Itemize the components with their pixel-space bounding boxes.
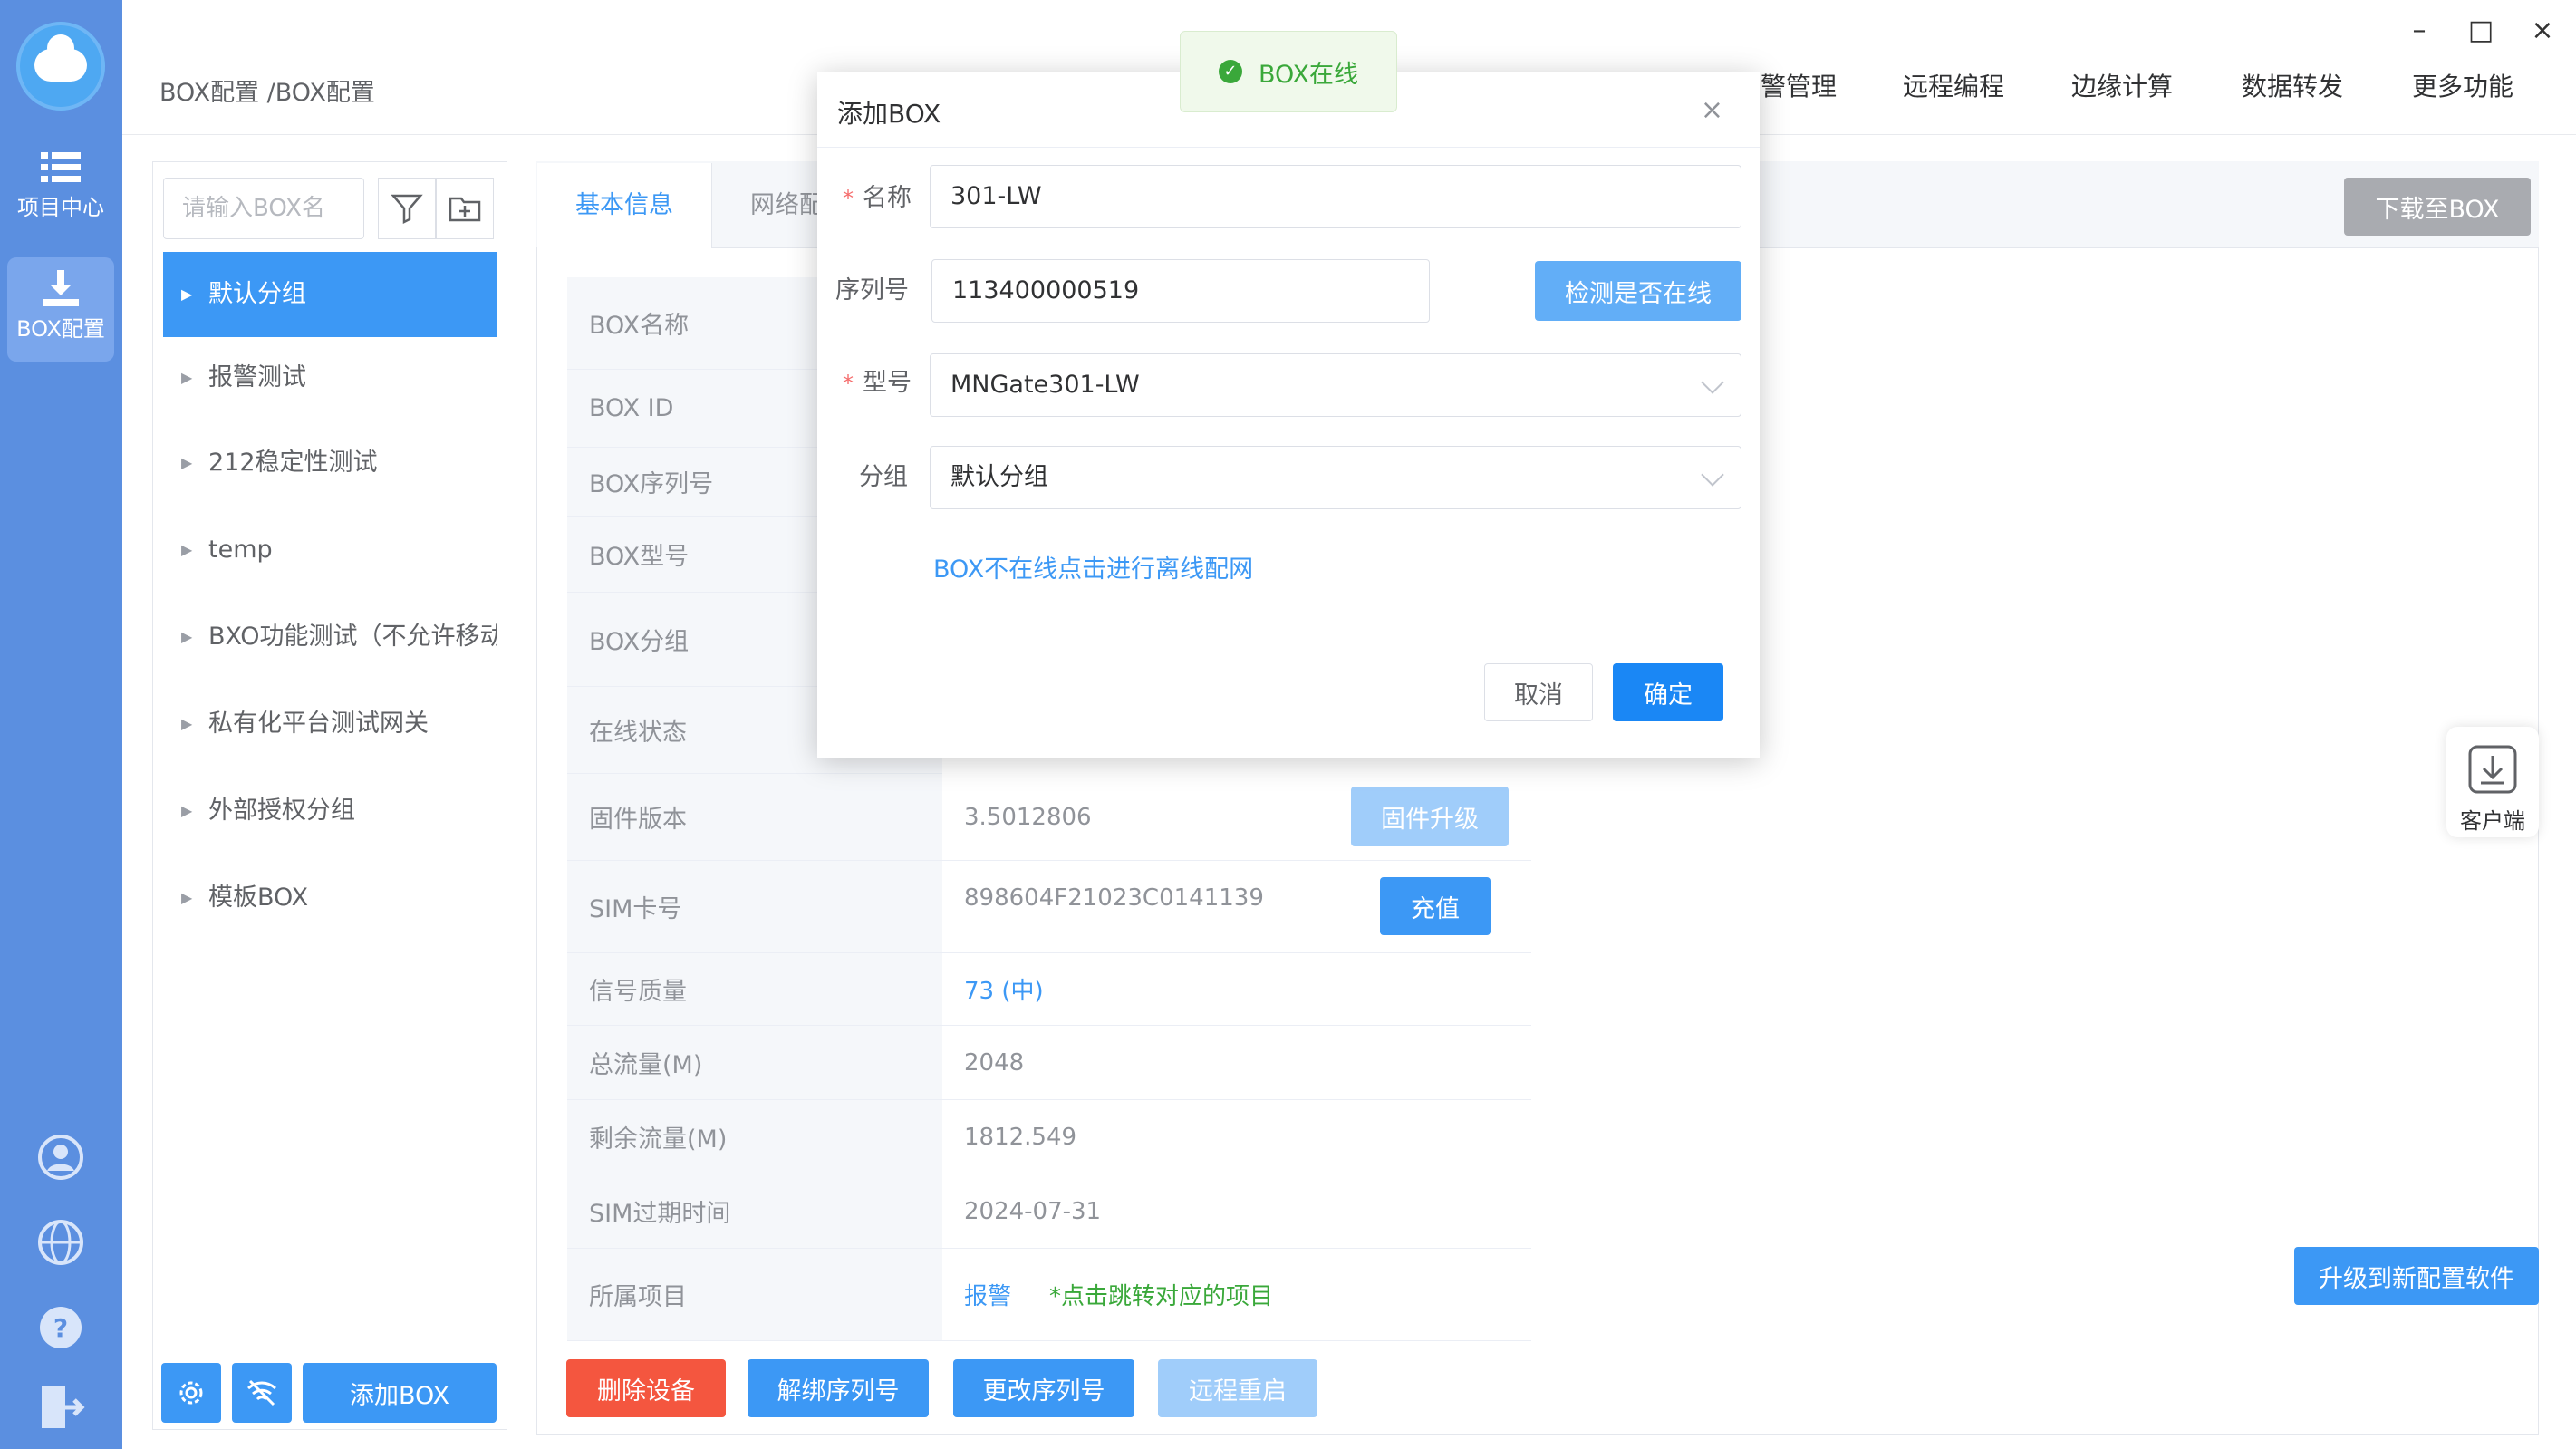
upgrade-config-software-button[interactable]: 升级到新配置软件 (2294, 1247, 2539, 1305)
group-select[interactable]: 默认分组 (930, 446, 1741, 509)
gear-icon (179, 1381, 203, 1405)
dialog-divider (817, 147, 1760, 148)
maximize-icon[interactable]: □ (2463, 13, 2499, 49)
client-label: 客户端 (2460, 808, 2525, 834)
remaining-traffic: 1812.549 (942, 1100, 1531, 1174)
serial-label: 序列号 (835, 276, 909, 304)
box-search-input[interactable]: 请输入BOX名称 (163, 178, 364, 282)
rail-item-label: 项目中心 (17, 195, 104, 220)
group-item[interactable]: ▶BXO功能测试（不允许移动） (163, 594, 497, 680)
caret-right-icon: ▶ (181, 628, 193, 645)
caret-right-icon: ▶ (181, 802, 193, 819)
svg-text:?: ? (53, 1313, 68, 1343)
offline-network-link[interactable]: BOX不在线点击进行离线配网 (933, 549, 1253, 584)
offline-network-button[interactable] (232, 1363, 292, 1423)
signal-quality: 73 (中) (942, 953, 1531, 1026)
rail-item-box-config[interactable]: BOX配置 (7, 257, 114, 362)
group-item[interactable]: ▶ 私有化平台测试网关 (163, 681, 497, 767)
group-item[interactable]: ▶ 外部授权分组 (163, 768, 497, 854)
group-item[interactable]: ▶ 模板BOX (163, 855, 497, 941)
group-item[interactable]: ▶ 默认分组 (163, 252, 497, 337)
caret-right-icon: ▶ (181, 369, 193, 386)
nav-more-functions[interactable]: 更多功能 (2412, 67, 2513, 103)
client-download-widget[interactable]: 客户端 (2446, 727, 2539, 837)
remote-restart-button[interactable]: 远程重启 (1158, 1359, 1317, 1417)
filter-button[interactable] (378, 178, 436, 239)
rail-item-project-center[interactable]: 项目中心 (7, 136, 114, 240)
minimize-icon[interactable]: – (2401, 13, 2437, 49)
label-remaining-traffic: 剩余流量(M) (567, 1100, 942, 1174)
app-logo-icon (16, 22, 105, 111)
help-icon[interactable]: ? (36, 1303, 85, 1352)
label-project: 所属项目 (567, 1249, 942, 1341)
firmware-upgrade-button[interactable]: 固件升级 (1351, 787, 1509, 846)
chevron-down-icon (1701, 371, 1724, 394)
dialog-title: 添加BOX (837, 99, 941, 129)
delete-device-button[interactable]: 删除设备 (566, 1359, 726, 1417)
download-box-icon (2468, 745, 2517, 794)
caret-right-icon: ▶ (181, 454, 193, 471)
recharge-button[interactable]: 充值 (1380, 877, 1491, 935)
cancel-button[interactable]: 取消 (1484, 663, 1593, 721)
online-toast: ✓ BOX在线 (1180, 31, 1397, 112)
add-box-dialog: 添加BOX × * 名称 301-LW 序列号 113400000519 检测是否… (817, 72, 1760, 758)
label-total-traffic: 总流量(M) (567, 1026, 942, 1100)
name-label: * 名称 (843, 184, 912, 212)
breadcrumb: BOX配置 /BOX配置 (159, 79, 375, 107)
project-link[interactable]: 报警 (964, 1278, 1011, 1311)
nav-edge-computing[interactable]: 边缘计算 (2071, 67, 2173, 103)
download-icon (43, 270, 79, 306)
caret-right-icon: ▶ (181, 889, 193, 906)
tab-basic-info[interactable]: 基本信息 (537, 163, 712, 248)
add-group-button[interactable] (436, 178, 494, 239)
group-item[interactable]: ▶ 212稳定性测试 (163, 420, 497, 506)
nav-remote-programming[interactable]: 远程编程 (1903, 67, 2004, 103)
group-item[interactable]: ▶ temp (163, 507, 497, 593)
add-box-button[interactable]: 添加BOX (303, 1363, 497, 1423)
total-traffic: 2048 (942, 1026, 1531, 1100)
project-row: 报警 *点击跳转对应的项目 (942, 1249, 1531, 1341)
nav-data-forwarding[interactable]: 数据转发 (2242, 67, 2343, 103)
label-firmware: 固件版本 (567, 774, 942, 861)
project-hint: *点击跳转对应的项目 (1049, 1283, 1274, 1310)
folder-add-icon (449, 197, 481, 222)
caret-right-icon: ▶ (181, 285, 193, 303)
label-signal: 信号质量 (567, 953, 942, 1026)
check-online-button[interactable]: 检测是否在线 (1535, 261, 1741, 321)
download-to-box-button[interactable]: 下载至BOX (2344, 178, 2531, 236)
list-icon (41, 152, 81, 182)
model-select[interactable]: MNGate301-LW (930, 353, 1741, 417)
unbind-serial-button[interactable]: 解绑序列号 (748, 1359, 929, 1417)
chevron-down-icon (1701, 463, 1724, 487)
label-sim-expiry: SIM过期时间 (567, 1174, 942, 1249)
label-sim-number: SIM卡号 (567, 861, 942, 953)
settings-button[interactable] (161, 1363, 221, 1423)
caret-right-icon: ▶ (181, 541, 193, 558)
close-icon[interactable]: × (1701, 94, 1723, 126)
close-window-icon[interactable]: × (2524, 13, 2561, 49)
user-icon[interactable] (36, 1133, 85, 1182)
filter-icon (391, 194, 423, 225)
confirm-button[interactable]: 确定 (1613, 663, 1723, 721)
sim-expiry: 2024-07-31 (942, 1174, 1531, 1249)
wifi-off-icon (247, 1379, 276, 1406)
change-serial-button[interactable]: 更改序列号 (953, 1359, 1134, 1417)
rail-item-label: BOX配置 (16, 316, 105, 342)
group-label: 分组 (859, 463, 908, 491)
check-circle-icon: ✓ (1218, 60, 1242, 83)
group-item[interactable]: ▶ 报警测试 (163, 335, 497, 420)
exit-icon[interactable] (36, 1383, 85, 1432)
model-label: * 型号 (843, 369, 912, 397)
serial-input[interactable]: 113400000519 (931, 259, 1430, 323)
name-input[interactable]: 301-LW (930, 165, 1741, 228)
globe-icon[interactable] (36, 1218, 85, 1267)
caret-right-icon: ▶ (181, 715, 193, 732)
